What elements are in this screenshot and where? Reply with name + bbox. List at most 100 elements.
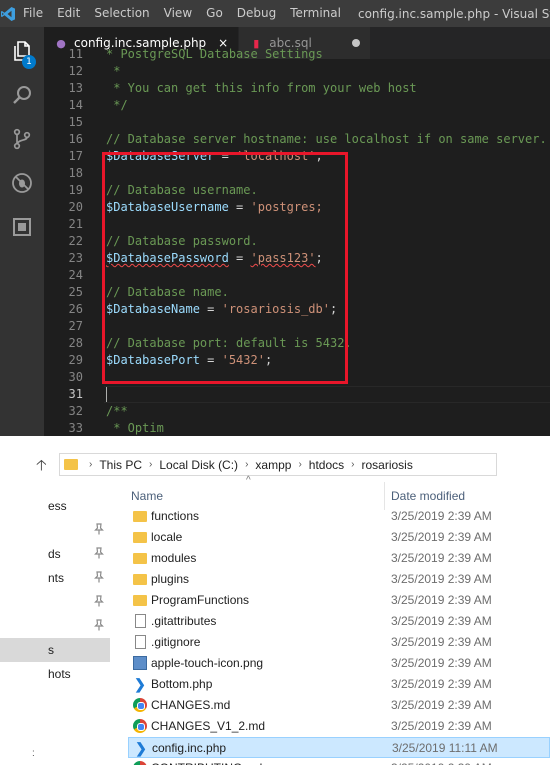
code-line: 26 $DatabaseName = 'rosariosis_db';: [44, 301, 550, 318]
code-comment: // Database name.: [106, 285, 229, 299]
file-row[interactable]: ❯ Bottom.php 3/25/2019 2:39 AM: [128, 674, 550, 695]
folder-icon: [133, 532, 147, 543]
document-icon: [135, 635, 146, 649]
statement-end: ;: [329, 302, 338, 316]
search-icon[interactable]: [0, 75, 44, 115]
file-row[interactable]: ❯ config.inc.php 3/25/2019 11:11 AM: [128, 737, 550, 758]
file-name: .gitignore: [151, 635, 201, 649]
breadcrumb-chevron-icon[interactable]: ›: [89, 459, 92, 470]
file-date-modified: 3/25/2019 11:11 AM: [392, 741, 498, 755]
file-date-modified: 3/25/2019 2:39 AM: [391, 572, 492, 586]
file-date-modified: 3/25/2019 2:39 AM: [391, 719, 492, 733]
address-bar[interactable]: › This PC › Local Disk (C:) › xampp › htdocs › ro…: [59, 453, 497, 476]
breadcrumb-chevron-icon[interactable]: ›: [351, 459, 354, 470]
code-editor[interactable]: 11 * PostgreSQL Database Settings 12 * 13 *…: [44, 46, 550, 436]
file-name: plugins: [151, 572, 190, 586]
explorer-badge: 1: [22, 55, 36, 69]
breadcrumb-chevron-icon[interactable]: ›: [149, 459, 152, 470]
file-row[interactable]: ProgramFunctions 3/25/2019 2:39 AM: [128, 590, 550, 611]
php-variable: $DatabasePort: [106, 353, 200, 367]
breadcrumb-item[interactable]: htdocs: [309, 458, 344, 472]
line-number: 22: [68, 234, 83, 248]
folder-icon: [133, 553, 147, 564]
file-row[interactable]: .gitattributes 3/25/2019 2:39 AM: [128, 611, 550, 632]
file-row[interactable]: modules 3/25/2019 2:39 AM: [128, 548, 550, 569]
code-line: 24: [44, 267, 550, 284]
line-number: 29: [68, 353, 83, 367]
code-line: 23 $DatabasePassword = 'pass123';: [44, 250, 550, 267]
code-line: 25 // Database name.: [44, 284, 550, 301]
string-literal: 'rosariosis_db': [221, 302, 330, 316]
file-date-modified: 3/25/2019 2:39 AM: [391, 509, 492, 523]
document-icon: [135, 614, 146, 628]
line-number: 15: [68, 115, 83, 129]
file-row[interactable]: .gitignore 3/25/2019 2:39 AM: [128, 632, 550, 653]
code-comment: * PostgreSQL Database Settings: [106, 47, 323, 61]
menu-item-edit[interactable]: Edit: [50, 0, 87, 27]
file-row[interactable]: apple-touch-icon.png 3/25/2019 2:39 AM: [128, 653, 550, 674]
code-text: */: [106, 97, 127, 114]
file-row[interactable]: CHANGES.md 3/25/2019 2:39 AM: [128, 695, 550, 716]
menu-item-file[interactable]: File: [16, 0, 50, 27]
line-number: 32: [68, 404, 83, 418]
up-arrow-icon[interactable]: 🡡: [36, 455, 47, 480]
code-comment: /**: [106, 404, 128, 418]
assignment-operator: =: [199, 353, 222, 367]
menu-item-view[interactable]: View: [157, 0, 199, 27]
code-comment: // Database username.: [106, 183, 258, 197]
nav-pane-item[interactable]: ess: [0, 494, 110, 518]
menu-item-debug[interactable]: Debug: [230, 0, 283, 27]
extensions-icon[interactable]: [0, 207, 44, 247]
breadcrumb-item[interactable]: This PC: [99, 458, 142, 472]
menu-bar: File Edit Selection View Go Debug Terminal: [16, 0, 348, 27]
scroll-indicator-icon[interactable]: :: [32, 748, 35, 759]
file-row[interactable]: plugins 3/25/2019 2:39 AM: [128, 569, 550, 590]
image-icon: [133, 656, 147, 670]
file-name: ProgramFunctions: [151, 593, 250, 607]
file-date-modified: 3/25/2019 2:39 AM: [391, 698, 492, 712]
file-date-modified: 3/25/2019 2:39 AM: [391, 551, 492, 565]
folder-icon: [133, 595, 147, 606]
menu-item-terminal[interactable]: Terminal: [283, 0, 348, 27]
string-literal: 'postgres;: [250, 200, 323, 214]
breadcrumb-item[interactable]: xampp: [255, 458, 291, 472]
menu-item-go[interactable]: Go: [199, 0, 230, 27]
breadcrumb-chevron-icon[interactable]: ›: [298, 459, 301, 470]
file-row[interactable]: CONTRIBUTING.md 3/25/2019 2:39 AM: [128, 758, 550, 765]
line-number: 25: [68, 285, 83, 299]
pin-icon[interactable]: [94, 523, 104, 538]
file-name: CONTRIBUTING.md: [151, 758, 262, 765]
line-number: 27: [68, 319, 83, 333]
code-line: 32 /**: [44, 403, 550, 420]
source-control-icon[interactable]: [0, 119, 44, 159]
file-row[interactable]: locale 3/25/2019 2:39 AM: [128, 527, 550, 548]
statement-end: ;: [315, 149, 323, 163]
breadcrumb-item[interactable]: rosariosis: [361, 458, 412, 472]
breadcrumb-item[interactable]: Local Disk (C:): [159, 458, 238, 472]
file-row[interactable]: functions 3/25/2019 2:39 AM: [128, 506, 550, 527]
assignment-operator: =: [228, 200, 251, 214]
code-text: *: [106, 63, 120, 80]
file-date-modified: 3/25/2019 2:39 AM: [391, 635, 492, 649]
code-line: 22 // Database password.: [44, 233, 550, 250]
nav-pane-item[interactable]: s: [0, 638, 110, 662]
line-number: 30: [68, 370, 83, 384]
nav-pane-item[interactable]: hots: [0, 662, 110, 686]
title-bar: File Edit Selection View Go Debug Terminal con…: [0, 0, 550, 27]
debug-icon[interactable]: [0, 163, 44, 203]
pin-icon[interactable]: [94, 571, 104, 586]
line-number: 13: [68, 81, 83, 95]
code-line: 20 $DatabaseUsername = 'postgres;: [44, 199, 550, 216]
pin-icon[interactable]: [94, 595, 104, 610]
folder-icon: [133, 574, 147, 585]
menu-item-selection[interactable]: Selection: [87, 0, 156, 27]
file-name: .gitattributes: [151, 614, 217, 628]
code-text: * PostgreSQL Database Settings: [106, 46, 323, 63]
folder-icon: [64, 459, 78, 470]
pin-icon[interactable]: [94, 619, 104, 634]
explorer-icon[interactable]: 1: [0, 31, 44, 71]
pin-icon[interactable]: [94, 547, 104, 562]
code-text: // Database name.: [106, 284, 229, 301]
breadcrumb-chevron-icon[interactable]: ›: [245, 459, 248, 470]
file-row[interactable]: CHANGES_V1_2.md 3/25/2019 2:39 AM: [128, 716, 550, 737]
